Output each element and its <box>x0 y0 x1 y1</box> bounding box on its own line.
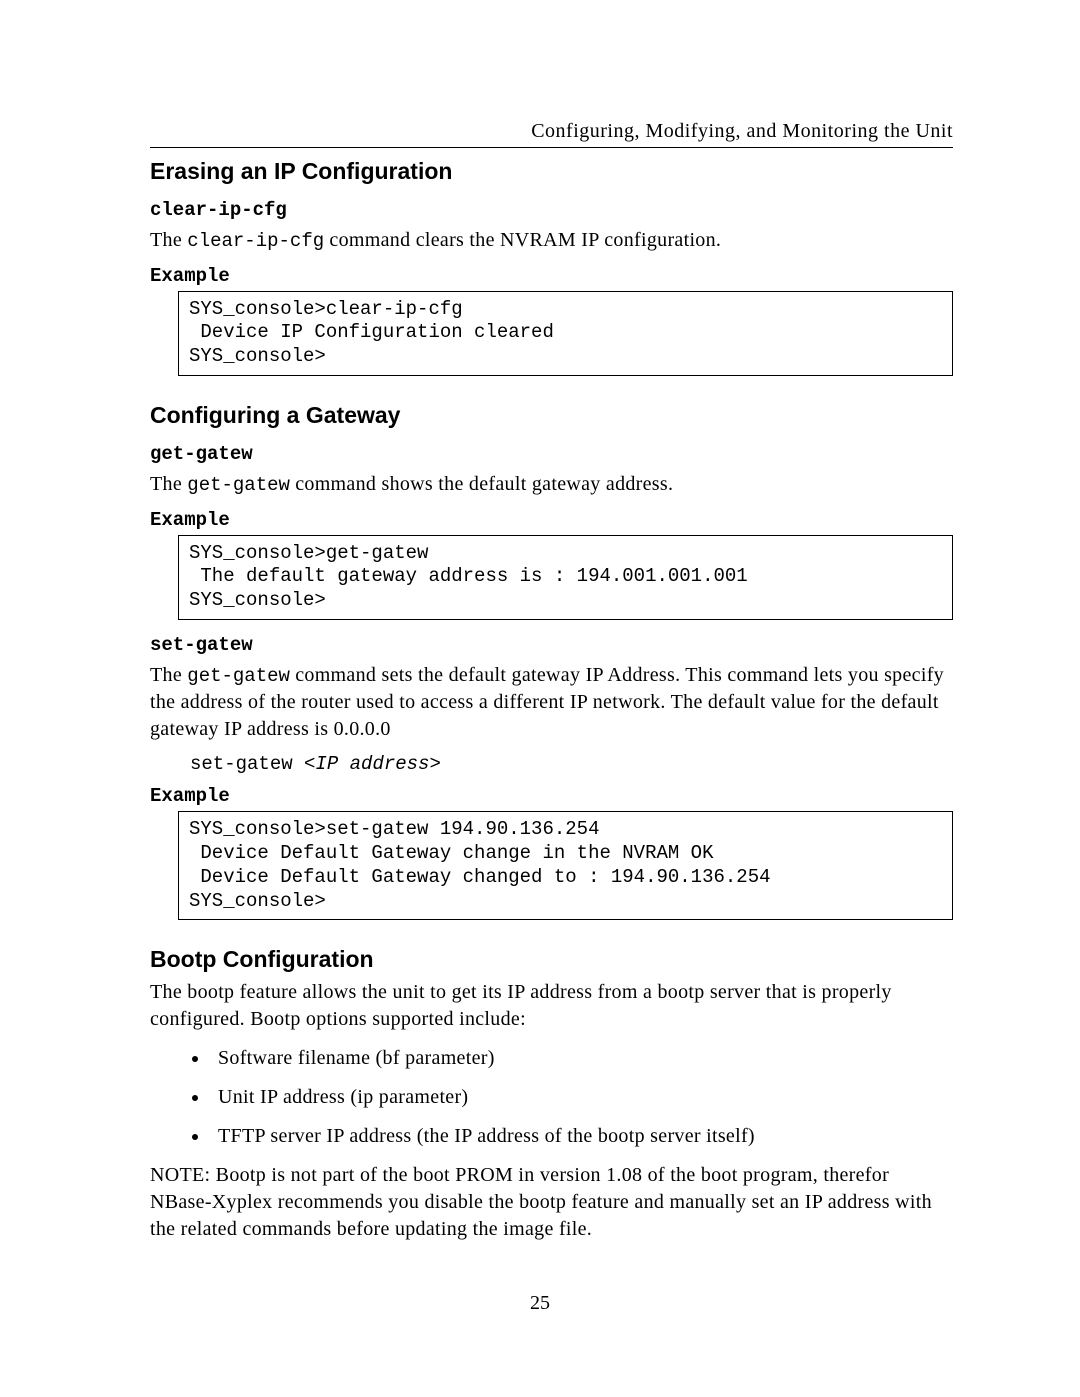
list-item: TFTP server IP address (the IP address o… <box>210 1121 953 1152</box>
bootp-note: NOTE: Bootp is not part of the boot PROM… <box>150 1162 953 1243</box>
syntax-command: set-gatew <box>190 753 304 775</box>
list-item: Software filename (bf parameter) <box>210 1043 953 1074</box>
command-description: The get-gatew command sets the default g… <box>150 662 953 744</box>
page-number: 25 <box>0 1292 1080 1315</box>
text: command shows the default gateway addres… <box>290 473 673 495</box>
syntax-argument: <IP address> <box>304 753 441 775</box>
command-description: The get-gatew command shows the default … <box>150 471 953 499</box>
bootp-options-list: Software filename (bf parameter) Unit IP… <box>210 1043 953 1152</box>
example-box-get-gatew: SYS_console>get-gatew The default gatewa… <box>178 535 953 620</box>
example-box-clear-ip-cfg: SYS_console>clear-ip-cfg Device IP Confi… <box>178 291 953 376</box>
command-syntax: set-gatew <IP address> <box>190 753 953 775</box>
text: The <box>150 229 187 251</box>
inline-code: get-gatew <box>187 474 290 496</box>
list-item: Unit IP address (ip parameter) <box>210 1082 953 1113</box>
command-name-get-gatew: get-gatew <box>150 443 953 465</box>
header-rule <box>150 147 953 148</box>
running-head: Configuring, Modifying, and Monitoring t… <box>150 120 953 143</box>
inline-code: clear-ip-cfg <box>187 230 324 252</box>
command-name-clear-ip-cfg: clear-ip-cfg <box>150 199 953 221</box>
page: Configuring, Modifying, and Monitoring t… <box>0 0 1080 1397</box>
example-label: Example <box>150 509 953 531</box>
section-title-erasing-ip: Erasing an IP Configuration <box>150 158 953 185</box>
example-box-set-gatew: SYS_console>set-gatew 194.90.136.254 Dev… <box>178 811 953 920</box>
section-title-bootp-config: Bootp Configuration <box>150 946 953 973</box>
section-title-configuring-gateway: Configuring a Gateway <box>150 402 953 429</box>
example-label: Example <box>150 785 953 807</box>
text: command clears the NVRAM IP configuratio… <box>324 229 721 251</box>
command-description: The clear-ip-cfg command clears the NVRA… <box>150 227 953 255</box>
text: The <box>150 664 187 686</box>
command-name-set-gatew: set-gatew <box>150 634 953 656</box>
text: The <box>150 473 187 495</box>
example-label: Example <box>150 265 953 287</box>
inline-code: get-gatew <box>187 665 290 687</box>
bootp-intro: The bootp feature allows the unit to get… <box>150 979 953 1033</box>
